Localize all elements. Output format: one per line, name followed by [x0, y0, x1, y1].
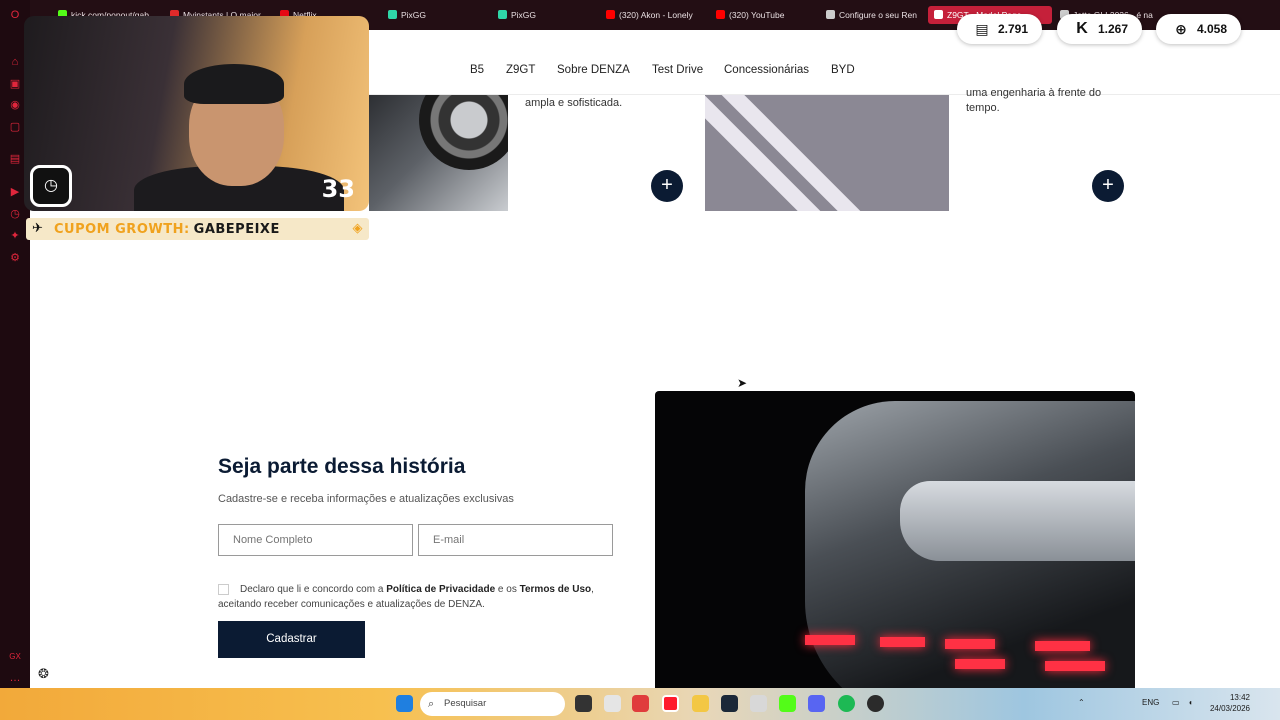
tab-pixgg-1[interactable]: PixGG: [388, 6, 488, 24]
card-blurb-right-line1: uma engenharia à frente do: [966, 87, 1102, 99]
tab-pixgg-2[interactable]: PixGG: [498, 6, 598, 24]
tab-youtube-akon[interactable]: (320) Akon - Lonely: [606, 6, 706, 24]
sidebar-home-icon[interactable]: ⌂: [8, 55, 22, 69]
kick-icon: K: [1076, 20, 1088, 37]
rocket-icon: ✈: [32, 221, 44, 236]
signup-title: Seja parte dessa história: [218, 455, 466, 478]
language-indicator[interactable]: ENG: [1142, 698, 1159, 707]
webcam-counter: 33: [321, 175, 355, 203]
nav-item-test-drive[interactable]: Test Drive: [652, 64, 703, 76]
sidebar-extensions-icon[interactable]: ✦: [8, 229, 22, 243]
card-blurb-right-line2: tempo.: [966, 102, 1000, 114]
app-icon-2[interactable]: [632, 695, 649, 712]
location-favicon-icon: [826, 10, 835, 19]
windows-taskbar: ⌕ Pesquisar ⌃ ENG ▭ ◖ 13:42 24/03/2026: [0, 688, 1280, 720]
tab-youtube[interactable]: (320) YouTube: [716, 6, 816, 24]
card-blurb-left: ampla e sofisticada.: [525, 97, 623, 109]
opera-gx-taskbar-icon[interactable]: [662, 695, 679, 712]
opera-logo-icon[interactable]: O: [8, 8, 22, 22]
taskbar-search[interactable]: ⌕ Pesquisar: [420, 692, 565, 716]
app-icon-3[interactable]: [750, 695, 767, 712]
terms-of-use-link[interactable]: Termos de Uso: [520, 584, 592, 595]
windows-start-icon[interactable]: [396, 695, 413, 712]
network-icon[interactable]: ▭: [1172, 698, 1180, 707]
steam-icon[interactable]: [721, 695, 738, 712]
search-icon: ⌕: [428, 698, 435, 710]
timer-icon: ◷: [30, 165, 72, 207]
total-viewers-badge: ⊕ 4.058: [1156, 14, 1242, 44]
coupon-label: CUPOM GROWTH:: [54, 221, 190, 237]
nav-item-b5[interactable]: B5: [470, 64, 484, 76]
sidebar-settings-icon[interactable]: ⚙: [8, 251, 22, 265]
globe-icon: ⊕: [1175, 20, 1187, 37]
coupon-code: GABEPEIXE: [193, 221, 280, 237]
sidebar-history-icon[interactable]: ◷: [8, 207, 22, 221]
expand-card-button-right[interactable]: +: [1092, 170, 1124, 202]
car-wheel-image: [369, 95, 508, 211]
volume-icon[interactable]: ◖: [1188, 698, 1193, 707]
tab-configure[interactable]: Configure o seu Ren: [826, 6, 926, 24]
pixgg-favicon-icon: [388, 10, 397, 19]
road-texture-image: [705, 95, 949, 211]
nav-item-byd[interactable]: BYD: [831, 64, 855, 76]
youtube-favicon-icon: [606, 10, 615, 19]
sidebar-more-icon[interactable]: …: [8, 671, 22, 685]
kick-viewers-badge: K 1.267: [1057, 14, 1143, 44]
streamer-webcam: ◷ 33: [24, 16, 369, 211]
nav-item-concessionarias[interactable]: Concessionárias: [724, 64, 809, 76]
system-clock[interactable]: 13:42 24/03/2026: [1210, 692, 1250, 714]
obs-icon[interactable]: [867, 695, 884, 712]
twitch-viewers-badge: ▤ 2.791: [957, 14, 1043, 44]
email-input[interactable]: [418, 524, 613, 556]
youtube-favicon-icon: [716, 10, 725, 19]
coupon-banner: ✈ CUPOM GROWTH: GABEPEIXE ◈: [26, 218, 369, 240]
file-explorer-icon[interactable]: [692, 695, 709, 712]
sidebar-messenger-icon[interactable]: ◉: [8, 98, 22, 112]
sidebar-player-icon[interactable]: ▶: [8, 185, 22, 199]
fish-icon: ◈: [352, 221, 363, 236]
full-name-input[interactable]: [218, 524, 413, 556]
pixgg-favicon-icon: [498, 10, 507, 19]
tray-chevron-icon[interactable]: ⌃: [1078, 698, 1085, 707]
car-rear-image: [655, 391, 1135, 688]
cookie-settings-icon[interactable]: ❂: [38, 666, 49, 682]
privacy-policy-link[interactable]: Política de Privacidade: [386, 584, 495, 595]
signup-subtitle: Cadastre-se e receba informações e atual…: [218, 493, 514, 505]
app-icon-1[interactable]: [604, 695, 621, 712]
expand-card-button-left[interactable]: +: [651, 170, 683, 202]
denza-favicon-icon: [934, 10, 943, 19]
spotify-icon[interactable]: [838, 695, 855, 712]
nav-item-z9gt[interactable]: Z9GT: [506, 64, 535, 76]
consent-text: Declaro que li e concordo com a Política…: [218, 584, 594, 610]
mouse-cursor-icon: ➤: [737, 376, 748, 390]
sidebar-instagram-icon[interactable]: ▢: [8, 120, 22, 134]
sidebar-shopping-icon[interactable]: ▣: [8, 77, 22, 91]
sidebar-twitch-icon[interactable]: ▤: [8, 152, 22, 166]
twitch-icon: ▤: [975, 20, 989, 37]
nav-item-sobre-denza[interactable]: Sobre DENZA: [557, 64, 630, 76]
kick-taskbar-icon[interactable]: [779, 695, 796, 712]
task-view-icon[interactable]: [575, 695, 592, 712]
sidebar-gx-icon[interactable]: GX: [8, 650, 22, 664]
submit-button[interactable]: Cadastrar: [218, 621, 365, 658]
discord-icon[interactable]: [808, 695, 825, 712]
